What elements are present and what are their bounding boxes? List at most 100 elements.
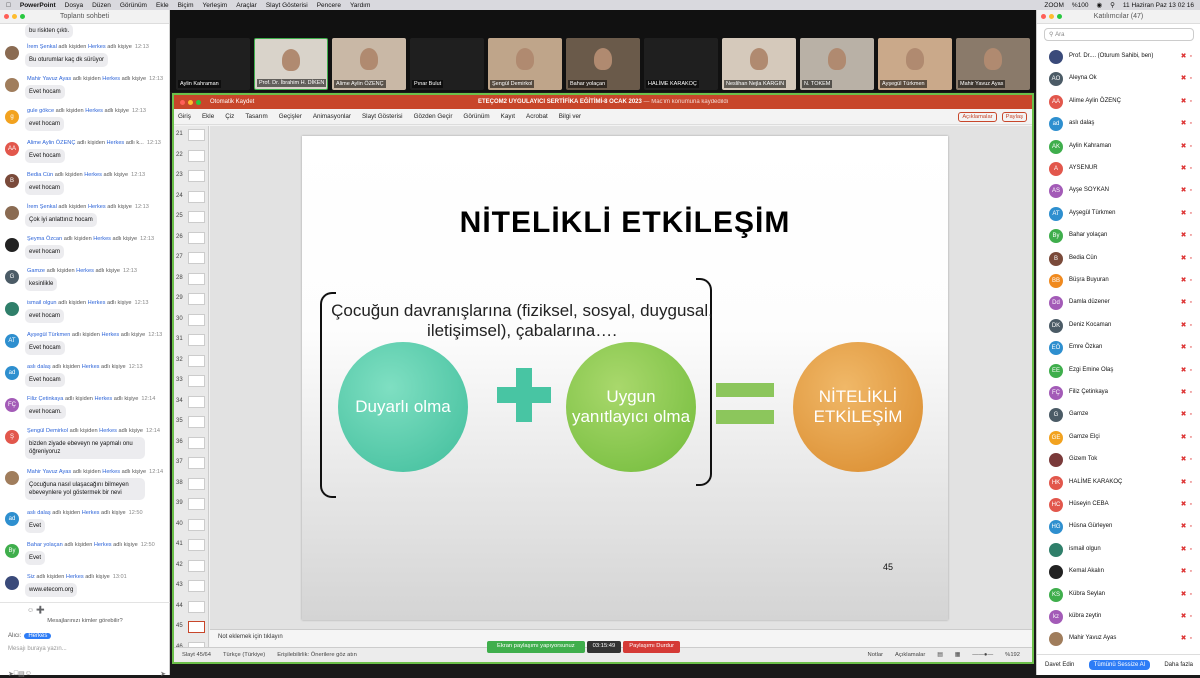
participant-row[interactable]: kz kübra zeytin ✖▫ [1037,606,1200,628]
slide-thumbnail[interactable]: 46 [174,639,208,647]
participant-row[interactable]: By Bahar yolaçan ✖▫ [1037,225,1200,247]
participant-row[interactable]: Gizem Tok ✖▫ [1037,449,1200,471]
slide-thumbnail[interactable]: 38 [174,475,208,494]
video-tile[interactable]: Bahar yolaçan [566,38,640,90]
participant-row[interactable]: A AYSENUR ✖▫ [1037,158,1200,180]
participant-row[interactable]: Mahir Yavuz Ayas ✖▫ [1037,628,1200,650]
video-tile[interactable]: Prof. Dr. İbrahim H. DİKEN [254,38,328,90]
mute-all-button[interactable]: Tümünü Sessize Al [1088,660,1151,670]
close-icon[interactable] [1041,14,1046,19]
minimize-icon[interactable] [12,14,17,19]
close-icon[interactable] [4,14,9,19]
apple-icon[interactable]:  [6,2,11,9]
ribbon-tab[interactable]: Görünüm [463,113,489,120]
comments-toggle[interactable]: Açıklamalar [895,652,925,658]
send-icon[interactable]: ➤ [160,670,166,678]
sender-name[interactable]: Bahar yolaçan [27,542,63,548]
stop-share-button[interactable]: Paylaşımı Durdur [623,641,681,653]
menu-yerlesim[interactable]: Yerleşim [203,2,228,9]
minimize-icon[interactable] [188,99,193,105]
menu-gorunum[interactable]: Görünüm [120,2,147,9]
slide-thumbnail[interactable]: 27 [174,249,208,268]
slide-thumbnail[interactable]: 22 [174,147,208,166]
slide-thumbnails[interactable]: 21 22 23 24 25 26 27 28 29 30 31 32 33 34 35 36 37 38 39 40… [174,126,209,647]
slide-canvas[interactable]: NİTELİKLİ ETKİLEŞİM Çocuğun davranışları… [210,126,1032,629]
wifi-icon[interactable]: ◉ [1096,1,1102,9]
ribbon-tab[interactable]: Geçişler [279,113,302,120]
participant-row[interactable]: AA Alime Aylin ÖZENÇ ✖▫ [1037,91,1200,113]
recipient-select[interactable]: Herkes [24,633,52,639]
menu-duzen[interactable]: Düzen [92,2,111,9]
slide-thumbnail[interactable]: 44 [174,598,208,617]
comments-button[interactable]: Açıklamalar [958,111,997,122]
slide-thumbnail[interactable]: 29 [174,290,208,309]
sender-name[interactable]: İrem Şenkal [27,204,57,210]
close-icon[interactable] [180,99,185,105]
slide-thumbnail[interactable]: 23 [174,167,208,186]
video-tile[interactable]: Alime Aylin ÖZENÇ [332,38,406,90]
sender-name[interactable]: Filiz Çetinkaya [27,396,63,402]
participant-row[interactable]: BB Büşra Buyuran ✖▫ [1037,270,1200,292]
accessibility-indicator[interactable]: Erişilebilirlik: Önerilere göz atın [277,652,357,658]
participant-row[interactable]: EE Ezgi Emine Olaş ✖▫ [1037,360,1200,382]
slide-thumbnail[interactable]: 40 [174,516,208,535]
slide-thumbnail[interactable]: 39 [174,495,208,514]
reaction-icons[interactable]: ☺ ➕ [27,606,45,614]
slide-thumbnail[interactable]: 36 [174,434,208,453]
minimize-icon[interactable] [1049,14,1054,19]
battery-level[interactable]: %100 [1072,2,1089,9]
participant-search[interactable]: ⚲ Ara [1044,28,1194,41]
menu-bicim[interactable]: Biçim [178,2,194,9]
emoji-icon[interactable]: ☺ [25,670,32,678]
slide-thumbnail[interactable]: 30 [174,311,208,330]
menu-slayt-gosterisi[interactable]: Slayt Gösterisi [266,2,308,9]
participant-row[interactable]: KS Kübra Seylan ✖▫ [1037,584,1200,606]
sender-name[interactable]: Mahir Yavuz Ayas [27,76,71,82]
participant-row[interactable]: G Gamze ✖▫ [1037,404,1200,426]
participant-row[interactable]: FÇ Filiz Çetinkaya ✖▫ [1037,382,1200,404]
sender-name[interactable]: ismail olgun [27,300,57,306]
maximize-icon[interactable] [1057,14,1062,19]
slide-thumbnail[interactable]: 24 [174,188,208,207]
more-button[interactable]: Daha fazla [1164,662,1193,668]
participant-row[interactable]: AO Aleyna Ok ✖▫ [1037,68,1200,90]
code-icon[interactable]: ▤ [18,670,25,678]
ribbon-tab[interactable]: Giriş [178,113,191,120]
ribbon-tab[interactable]: Tasarım [245,113,267,120]
sender-name[interactable]: Bedia Cün [27,172,53,178]
menu-app-name[interactable]: PowerPoint [20,2,56,9]
ribbon-tab[interactable]: Gözden Geçir [414,113,453,120]
slide-thumbnail[interactable]: 43 [174,577,208,596]
sender-name[interactable]: Şengül Demirkol [27,428,68,434]
ribbon-tab[interactable]: Çiz [225,113,234,120]
slide-thumbnail[interactable]: 25 [174,208,208,227]
sender-name[interactable]: gule gökce [27,108,54,114]
menu-dosya[interactable]: Dosya [65,2,83,9]
video-tile[interactable]: Şengül Demirkol [488,38,562,90]
participant-row[interactable]: AT Ayşegül Türkmen ✖▫ [1037,203,1200,225]
ribbon-tab[interactable]: Slayt Gösterisi [362,113,403,120]
sorter-view-icon[interactable]: ▦ [955,652,960,658]
participant-row[interactable]: Dd Damla düzener ✖▫ [1037,292,1200,314]
ribbon-tab[interactable]: Acrobat [526,113,548,120]
participant-row[interactable]: Kemal Akalın ✖▫ [1037,561,1200,583]
participant-row[interactable]: AK Aylin Kahraman ✖▫ [1037,136,1200,158]
menu-pencere[interactable]: Pencere [317,2,341,9]
invite-button[interactable]: Davet Edin [1045,662,1074,668]
participant-row[interactable]: Prof. Dr.... (Oturum Sahibi, ben) ✖▫ [1037,46,1200,68]
zoom-level[interactable]: %192 [1005,652,1020,658]
chat-messages[interactable]: bu riskten çıktı. İrem Şenkal adlı kişid… [0,24,170,610]
share-button[interactable]: Paylaş [1001,111,1027,122]
slide-thumbnail[interactable]: 33 [174,372,208,391]
ribbon-tab[interactable]: Kayıt [501,113,515,120]
participant-row[interactable]: HC Hüseyin CEBA ✖▫ [1037,494,1200,516]
current-slide[interactable]: NİTELİKLİ ETKİLEŞİM Çocuğun davranışları… [302,136,948,620]
slide-thumbnail[interactable]: 41 [174,536,208,555]
sender-name[interactable]: Şeyma Özcan [27,236,62,242]
menu-araclar[interactable]: Araçlar [236,2,257,9]
ribbon-tab[interactable]: Ekle [202,113,214,120]
video-tile[interactable]: Neslihan Nejla KARGIN [722,38,796,90]
maximize-icon[interactable] [20,14,25,19]
sharing-indicator[interactable]: Ekran paylaşımı yapıyorsunuz [487,641,585,653]
video-tile[interactable]: Pınar Bulut [410,38,484,90]
